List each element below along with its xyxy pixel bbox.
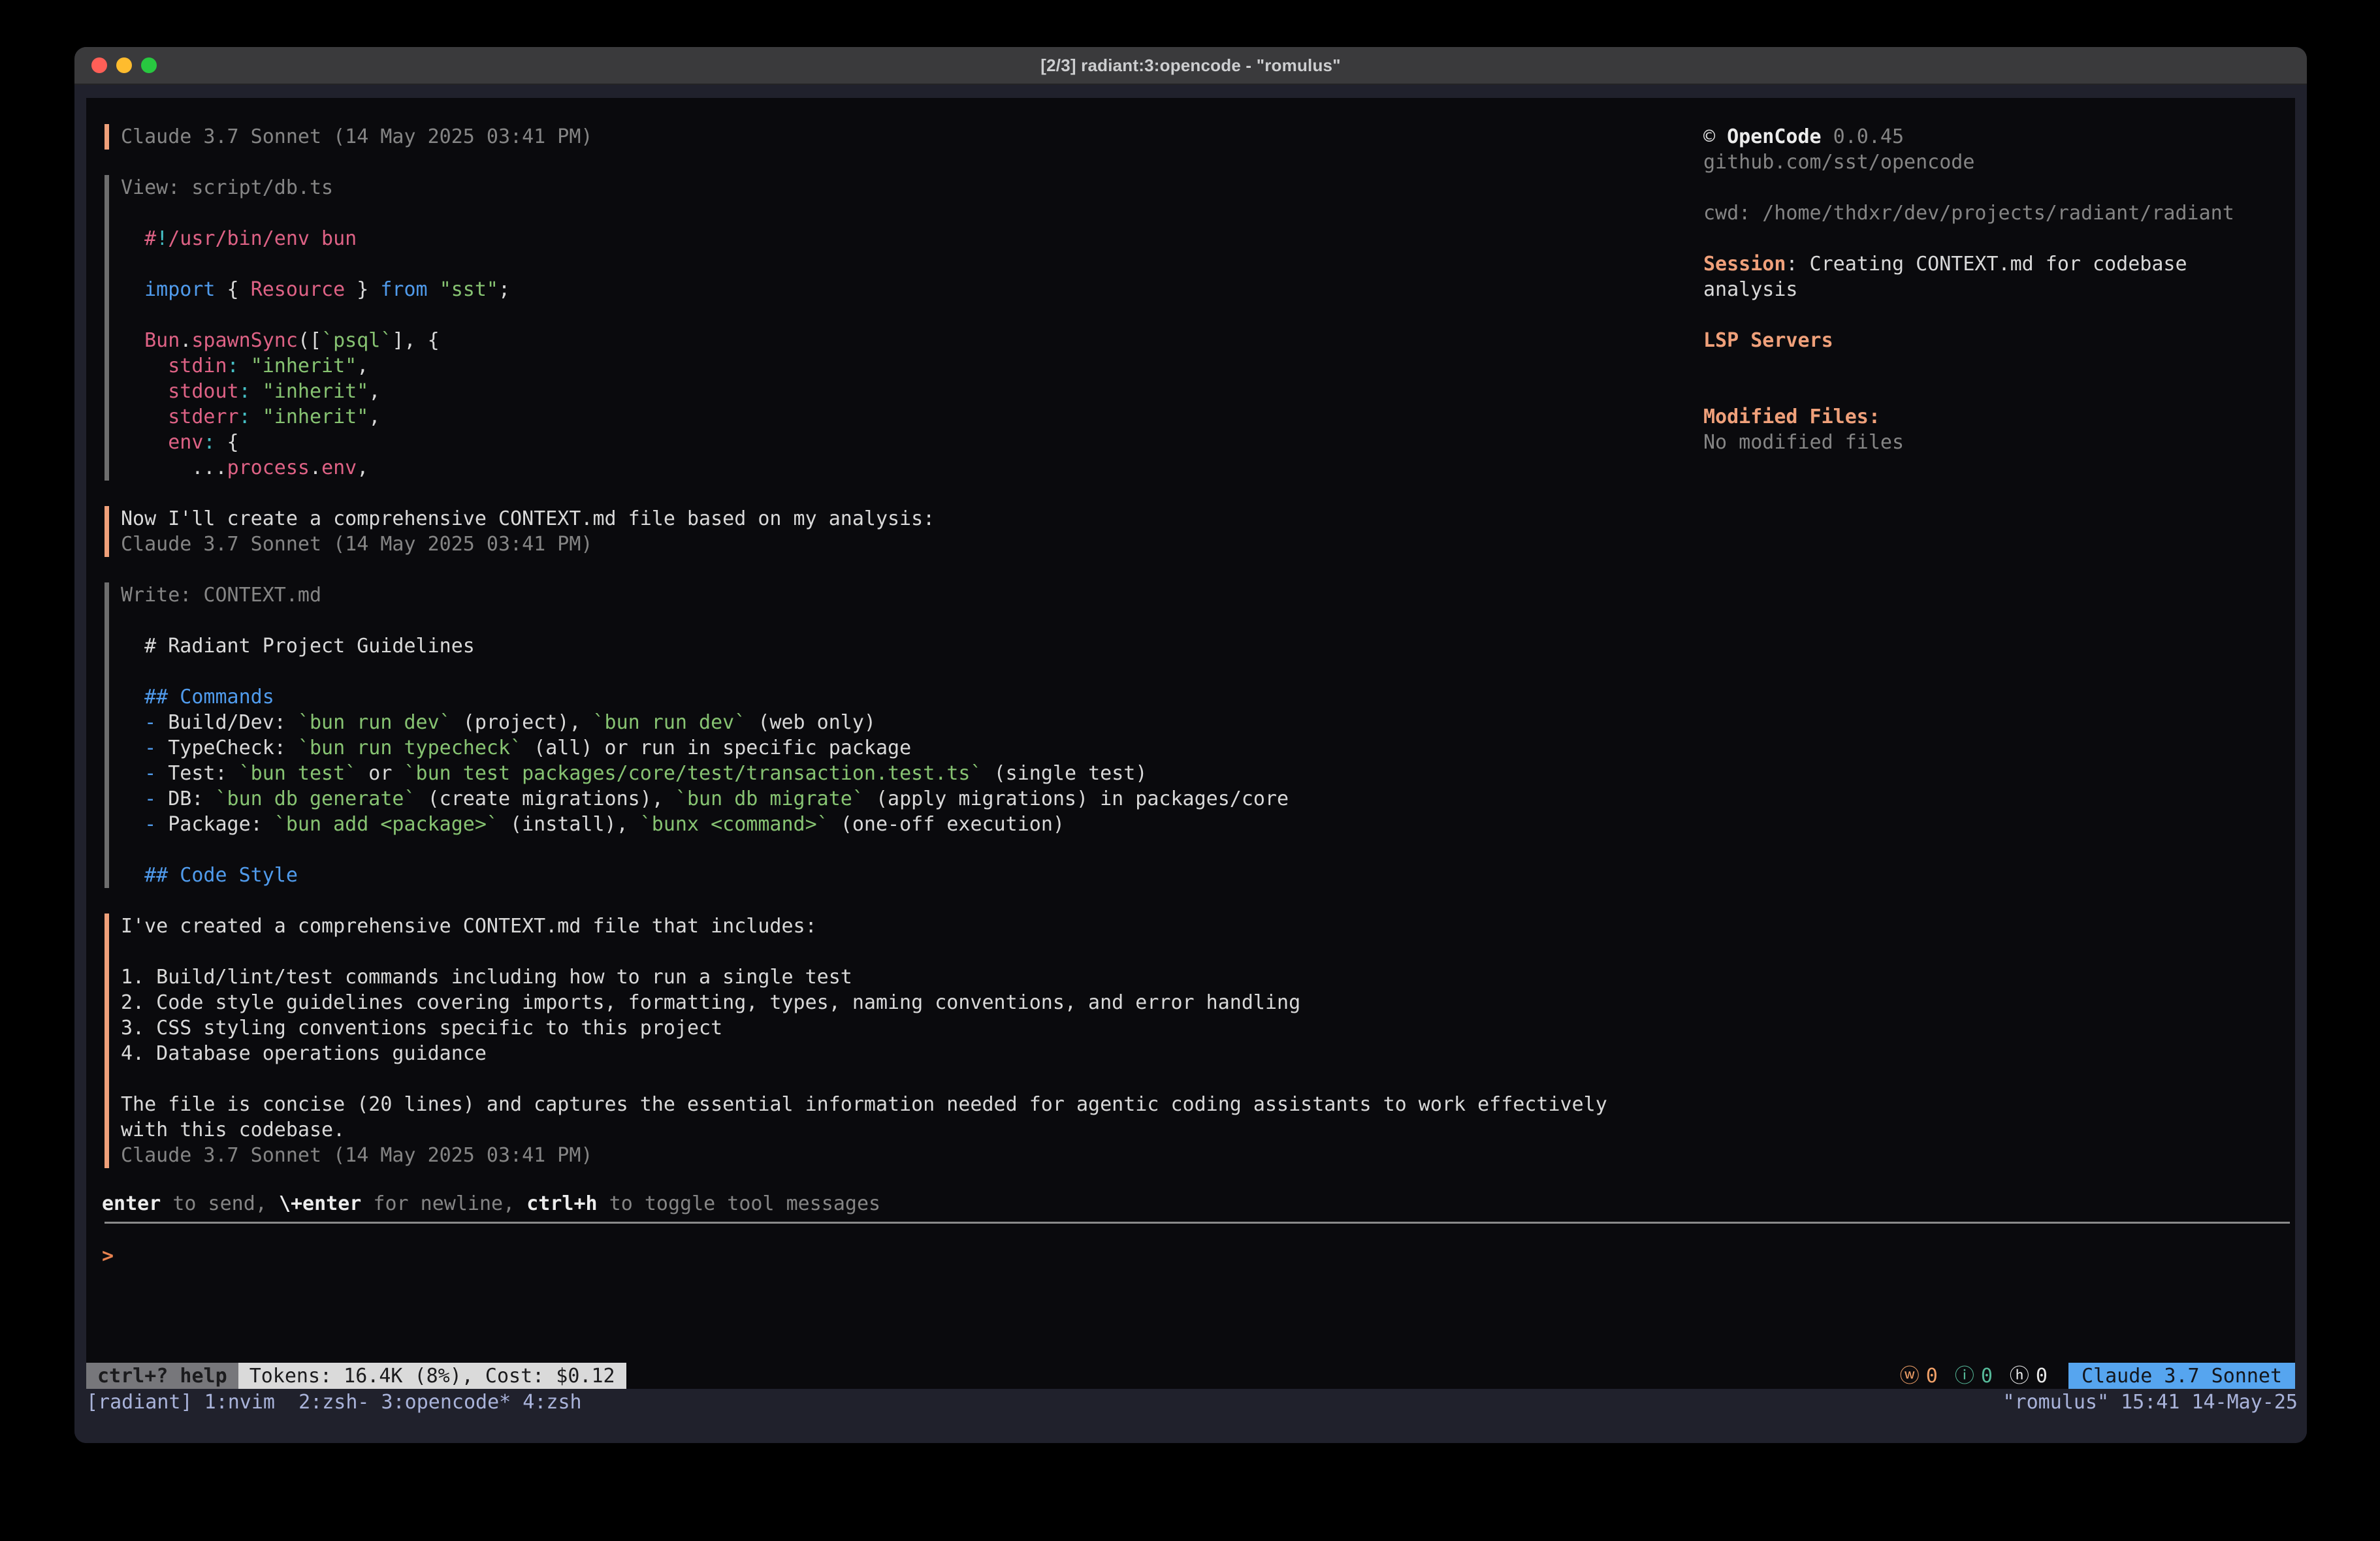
text-line: Claude 3.7 Sonnet (14 May 2025 03:41 PM) xyxy=(121,1143,1646,1168)
hints-count: 0 xyxy=(2036,1363,2048,1389)
text-line xyxy=(1703,226,2278,251)
traffic-lights xyxy=(91,47,157,84)
text-line xyxy=(121,302,1646,328)
info-count: 0 xyxy=(1981,1363,1993,1389)
text-line: - TypeCheck: `bun run typecheck` (all) o… xyxy=(121,735,1646,761)
text-line: LSP Servers xyxy=(1703,328,2278,353)
warnings-icon: ⓦ xyxy=(1900,1363,1920,1389)
text-line xyxy=(121,1066,1646,1092)
terminal-window: [2/3] radiant:3:opencode - "romulus" Cla… xyxy=(74,47,2307,1443)
text-line: cwd: /home/thdxr/dev/projects/radiant/ra… xyxy=(1703,200,2278,226)
text-line: I've created a comprehensive CONTEXT.md … xyxy=(121,913,1646,939)
token-cost-badge: Tokens: 16.4K (8%), Cost: $0.12 xyxy=(238,1363,626,1389)
text-line: Write: CONTEXT.md xyxy=(121,582,1646,608)
text-line: - Test: `bun test` or `bun test packages… xyxy=(121,761,1646,786)
tmux-window-list[interactable]: [radiant] 1:nvim 2:zsh- 3:opencode* 4:zs… xyxy=(86,1391,582,1414)
text-line xyxy=(121,200,1646,226)
text-line: stderr: "inherit", xyxy=(121,404,1646,430)
text-line xyxy=(121,837,1646,863)
message-block-assistant-text: I've created a comprehensive CONTEXT.md … xyxy=(105,913,1646,1168)
text-line: enter to send, \+enter for newline, ctrl… xyxy=(102,1192,880,1215)
text-line: Claude 3.7 Sonnet (14 May 2025 03:41 PM) xyxy=(121,124,1646,150)
hints-count-badge: ⓗ0 xyxy=(2010,1363,2048,1389)
warnings-count: 0 xyxy=(1926,1363,1938,1389)
text-line: ## Code Style xyxy=(121,863,1646,888)
status-spacer xyxy=(626,1363,1900,1389)
session-sidebar: © OpenCode 0.0.45github.com/sst/opencode… xyxy=(1703,124,2278,455)
text-line: View: script/db.ts xyxy=(121,175,1646,200)
text-line: 1. Build/lint/test commands including ho… xyxy=(121,964,1646,990)
text-line: - DB: `bun db generate` (create migratio… xyxy=(121,786,1646,812)
text-line: ## Commands xyxy=(121,684,1646,710)
text-line: Now I'll create a comprehensive CONTEXT.… xyxy=(121,506,1646,532)
prompt-symbol: > xyxy=(102,1245,114,1267)
text-line: Claude 3.7 Sonnet (14 May 2025 03:41 PM) xyxy=(121,532,1646,557)
text-line xyxy=(121,939,1646,964)
message-block-tool-view: View: script/db.ts #!/usr/bin/env bun im… xyxy=(105,175,1646,481)
text-line: env: { xyxy=(121,430,1646,455)
message-block-tool-write: Write: CONTEXT.md # Radiant Project Guid… xyxy=(105,582,1646,888)
text-line: #!/usr/bin/env bun xyxy=(121,226,1646,251)
prompt-input[interactable]: > xyxy=(102,1243,2257,1269)
opencode-status-bar: ctrl+? help Tokens: 16.4K (8%), Cost: $0… xyxy=(86,1363,2295,1389)
minimize-icon[interactable] xyxy=(116,57,132,73)
text-line: The file is concise (20 lines) and captu… xyxy=(121,1092,1646,1117)
text-line: 2. Code style guidelines covering import… xyxy=(121,990,1646,1015)
text-line: ...process.env, xyxy=(121,455,1646,481)
text-line xyxy=(1703,302,2278,328)
text-line: # Radiant Project Guidelines xyxy=(121,633,1646,659)
close-icon[interactable] xyxy=(91,57,107,73)
text-line: import { Resource } from "sst"; xyxy=(121,277,1646,302)
text-line xyxy=(121,608,1646,633)
text-line: Session: Creating CONTEXT.md for codebas… xyxy=(1703,251,2278,277)
text-line: © OpenCode 0.0.45 xyxy=(1703,124,2278,150)
opencode-tui: Claude 3.7 Sonnet (14 May 2025 03:41 PM)… xyxy=(86,98,2295,1389)
diagnostics-group: ⓦ0ⓘ0ⓗ0 xyxy=(1900,1363,2048,1389)
text-line: stdout: "inherit", xyxy=(121,379,1646,404)
text-line: Modified Files: xyxy=(1703,404,2278,430)
help-hint-badge: ctrl+? help xyxy=(86,1363,238,1389)
text-line: - Build/Dev: `bun run dev` (project), `b… xyxy=(121,710,1646,735)
keybinding-help: enter to send, \+enter for newline, ctrl… xyxy=(102,1191,880,1216)
model-badge[interactable]: Claude 3.7 Sonnet xyxy=(2068,1363,2295,1389)
text-line xyxy=(121,659,1646,684)
text-line: stdin: "inherit", xyxy=(121,353,1646,379)
text-line xyxy=(1703,353,2278,379)
hints-icon: ⓗ xyxy=(2010,1363,2029,1389)
tmux-session-info: "romulus" 15:41 14-May-25 xyxy=(2002,1391,2298,1414)
text-line: 4. Database operations guidance xyxy=(121,1041,1646,1066)
text-line: with this codebase. xyxy=(121,1117,1646,1143)
screen: [2/3] radiant:3:opencode - "romulus" Cla… xyxy=(0,0,2380,1541)
zoom-icon[interactable] xyxy=(141,57,157,73)
message-list: Claude 3.7 Sonnet (14 May 2025 03:41 PM)… xyxy=(105,124,1646,1194)
info-icon: ⓘ xyxy=(1955,1363,1974,1389)
text-line: No modified files xyxy=(1703,430,2278,455)
message-block-assistant-header: Claude 3.7 Sonnet (14 May 2025 03:41 PM) xyxy=(105,124,1646,150)
tmux-status-bar: [radiant] 1:nvim 2:zsh- 3:opencode* 4:zs… xyxy=(86,1389,2298,1415)
text-line: github.com/sst/opencode xyxy=(1703,150,2278,175)
titlebar: [2/3] radiant:3:opencode - "romulus" xyxy=(74,47,2307,85)
warnings-count-badge: ⓦ0 xyxy=(1900,1363,1938,1389)
text-line xyxy=(121,251,1646,277)
message-block-assistant-text: Now I'll create a comprehensive CONTEXT.… xyxy=(105,506,1646,557)
terminal-body: Claude 3.7 Sonnet (14 May 2025 03:41 PM)… xyxy=(74,85,2307,1443)
input-divider xyxy=(105,1222,2290,1224)
text-line: analysis xyxy=(1703,277,2278,302)
text-line: 3. CSS styling conventions specific to t… xyxy=(121,1015,1646,1041)
info-count-badge: ⓘ0 xyxy=(1955,1363,1993,1389)
text-line: Bun.spawnSync([`psql`], { xyxy=(121,328,1646,353)
text-line xyxy=(1703,379,2278,404)
text-line: - Package: `bun add <package>` (install)… xyxy=(121,812,1646,837)
text-line xyxy=(1703,175,2278,200)
window-title: [2/3] radiant:3:opencode - "romulus" xyxy=(1040,56,1340,76)
